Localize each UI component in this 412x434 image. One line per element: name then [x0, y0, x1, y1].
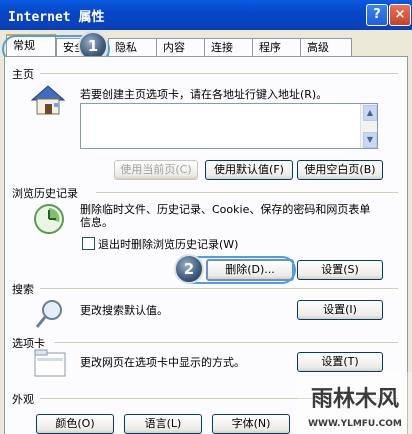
search-settings-button[interactable]: 设置(I): [297, 300, 383, 320]
ylmf-watermark: 雨林木风 WWW.YLMFU.COM: [298, 372, 412, 434]
help-button[interactable]: ?: [366, 4, 388, 26]
history-divider: [96, 192, 398, 193]
tab-content[interactable]: 内容: [156, 38, 208, 57]
history-section-label: 浏览历史记录: [12, 187, 78, 200]
history-description: 删除临时文件、历史记录、Cookie、保存的密码和网页表单信息。: [80, 203, 371, 229]
tabs-icon: [34, 349, 66, 377]
title-bar: Internet 属性 ? ×: [0, 0, 412, 30]
internet-options-window: Internet 属性 ? × 常规 安全 隐私 内容 连接 程序 高级 1 主…: [0, 0, 412, 434]
delete-on-exit-label: 退出时删除浏览历史记录(W): [98, 238, 239, 251]
search-description: 更改搜索默认值。: [80, 304, 168, 317]
colors-button[interactable]: 颜色(O): [36, 414, 114, 434]
delete-on-exit-checkbox[interactable]: [82, 237, 95, 250]
appearance-section-label: 外观: [12, 393, 34, 406]
tab-connections[interactable]: 连接: [204, 38, 256, 57]
scroll-up-icon[interactable]: ▲: [363, 105, 377, 121]
tab-privacy[interactable]: 隐私: [108, 38, 160, 57]
homepage-scrollbar[interactable]: ▲ ▼: [360, 104, 377, 148]
tab-programs[interactable]: 程序: [252, 38, 304, 57]
home-icon: [30, 85, 66, 115]
watermark-main-text: 雨林木风: [311, 387, 399, 412]
watermark-url-text: WWW.YLMFU.COM: [308, 419, 402, 429]
history-icon: [34, 204, 64, 234]
close-button[interactable]: ×: [389, 4, 411, 26]
tabs-divider: [54, 342, 398, 343]
scroll-down-icon[interactable]: ▼: [363, 132, 377, 148]
languages-button[interactable]: 语言(L): [124, 414, 202, 434]
window-title: Internet 属性: [8, 10, 105, 25]
homepage-section-label: 主页: [12, 68, 34, 81]
homepage-address-box[interactable]: ▲ ▼: [80, 103, 378, 149]
homepage-description: 若要创建主页选项卡，请在各地址行键入地址(R)。: [80, 88, 328, 101]
use-current-button[interactable]: 使用当前页(C): [114, 160, 198, 180]
use-default-button[interactable]: 使用默认值(F): [205, 160, 293, 180]
search-section-label: 搜索: [12, 283, 34, 296]
search-divider: [40, 288, 398, 289]
history-settings-button[interactable]: 设置(S): [297, 260, 383, 280]
callout-marker-2: 2: [174, 254, 204, 284]
fonts-button[interactable]: 字体(N): [212, 414, 290, 434]
tab-advanced[interactable]: 高级: [300, 38, 352, 57]
use-blank-button[interactable]: 使用空白页(B): [297, 160, 383, 180]
tabs-settings-button[interactable]: 设置(T): [297, 352, 383, 372]
search-icon: [35, 300, 62, 328]
homepage-divider: [40, 73, 398, 74]
tabs-description: 更改网页在选项卡中显示的方式。: [80, 356, 245, 369]
